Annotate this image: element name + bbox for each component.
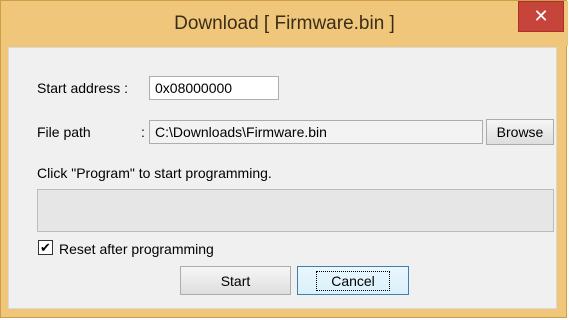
file-path-colon: :	[141, 124, 145, 140]
window-title: Download [ Firmware.bin ]	[174, 13, 395, 34]
start-button[interactable]: Start	[180, 266, 291, 295]
start-address-input[interactable]: 0x08000000	[149, 76, 279, 100]
start-button-label: Start	[220, 272, 251, 289]
progress-bar	[37, 189, 554, 232]
start-address-label: Start address :	[37, 80, 129, 96]
cancel-button[interactable]: Cancel	[297, 266, 409, 295]
dialog-body: Start address : 0x08000000 File path : C…	[8, 47, 557, 309]
close-button[interactable]: ✕	[518, 1, 564, 32]
close-icon: ✕	[533, 6, 549, 26]
reset-checkbox-label[interactable]: Reset after programming	[59, 241, 214, 257]
file-path-input[interactable]: C:\Downloads\Firmware.bin	[149, 120, 483, 144]
status-text: Click "Program" to start programming.	[37, 165, 272, 181]
browse-button[interactable]: Browse	[486, 119, 554, 145]
cancel-button-label: Cancel	[316, 270, 390, 291]
reset-checkbox[interactable]: ✔	[38, 240, 53, 255]
title-bar[interactable]: Download [ Firmware.bin ] ✕	[1, 1, 568, 46]
browse-button-label: Browse	[496, 124, 544, 140]
checkmark-icon: ✔	[40, 240, 51, 255]
file-path-label: File path	[37, 124, 91, 140]
